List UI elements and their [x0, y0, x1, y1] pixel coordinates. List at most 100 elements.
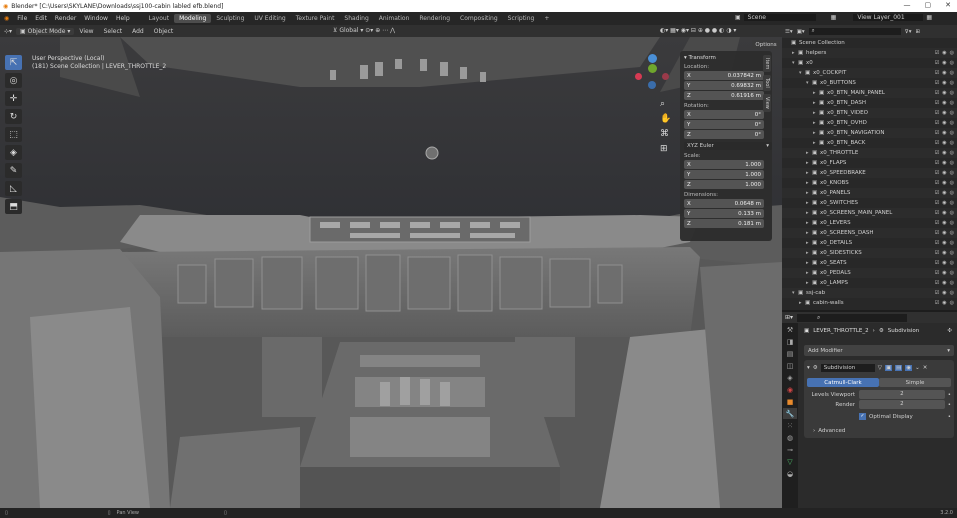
pin-icon[interactable]: ✣ [947, 328, 952, 334]
outliner-item[interactable]: ▸ ▣ x0_DETAILS ☑ ◉ ◎ [782, 238, 957, 248]
eye-icon[interactable]: ◉ [942, 280, 946, 286]
editor-type-icon[interactable]: ⊹▾ [0, 28, 16, 35]
rotation-x-field[interactable]: X 0° [684, 110, 764, 119]
camera-icon[interactable]: ◎ [950, 240, 954, 246]
remove-modifier-icon[interactable]: ✕ [923, 365, 928, 371]
outliner-item[interactable]: ▾ ▣ x0_COCKPIT ☑ ◉ ◎ [782, 68, 957, 78]
select-box-tool-icon[interactable]: ⇱ [5, 55, 22, 70]
camera-icon[interactable]: ◎ [950, 200, 954, 206]
camera-icon[interactable]: ◎ [950, 140, 954, 146]
render-props-tab-icon[interactable]: ◨ [783, 336, 797, 347]
outliner-item[interactable]: ▸ ▣ x0_BTN_NAVIGATION ☑ ◉ ◎ [782, 128, 957, 138]
3d-viewport[interactable]: User Perspective (Local) (181) Scene Col… [0, 37, 782, 508]
eye-icon[interactable]: ◉ [942, 180, 946, 186]
add-cube-tool-icon[interactable]: ⬒ [5, 199, 22, 214]
world-tab-icon[interactable]: ◉ [783, 384, 797, 395]
eye-icon[interactable]: ◉ [942, 150, 946, 156]
navigation-gizmo[interactable] [631, 51, 675, 95]
camera-icon[interactable]: ◎ [950, 190, 954, 196]
measure-tool-icon[interactable]: ◺ [5, 181, 22, 196]
properties-editor-icon[interactable]: ⊞▾ [785, 314, 793, 321]
checkbox-icon[interactable]: ☑ [935, 220, 939, 226]
outliner-scene-collection[interactable]: ▣ Scene Collection [782, 38, 957, 48]
checkbox-icon[interactable]: ☑ [935, 200, 939, 206]
menu-view[interactable]: View [74, 28, 98, 35]
checkbox-icon[interactable]: ☑ [935, 290, 939, 296]
outliner-item[interactable]: ▸ ▣ x0_BTN_VIDEO ☑ ◉ ◎ [782, 108, 957, 118]
tab-view[interactable]: View [763, 94, 771, 112]
location-x-field[interactable]: X 0.037842 m [684, 71, 764, 80]
annotate-tool-icon[interactable]: ✎ [5, 163, 22, 178]
outliner-item[interactable]: ▸ ▣ x0_SWITCHES ☑ ◉ ◎ [782, 198, 957, 208]
scene-browse-icon[interactable]: ▦ [831, 14, 837, 21]
checkbox-icon[interactable]: ☑ [935, 240, 939, 246]
cursor-tool-icon[interactable]: ◎ [5, 73, 22, 88]
camera-icon[interactable]: ◎ [950, 110, 954, 116]
outliner-item[interactable]: ▸ ▣ x0_SCREENS_DASH ☑ ◉ ◎ [782, 228, 957, 238]
checkbox-icon[interactable]: ☑ [935, 300, 939, 306]
menu-object[interactable]: Object [149, 28, 179, 35]
outliner-item[interactable]: ▸ ▣ x0_SCREENS_MAIN_PANEL ☑ ◉ ◎ [782, 208, 957, 218]
outliner-item[interactable]: ▸ ▣ x0_SEATS ☑ ◉ ◎ [782, 258, 957, 268]
maximize-icon[interactable]: ▢ [925, 1, 932, 9]
eye-icon[interactable]: ◉ [942, 200, 946, 206]
constraints-tab-icon[interactable]: ⊸ [783, 444, 797, 455]
eye-icon[interactable]: ◉ [942, 70, 946, 76]
menu-select[interactable]: Select [99, 28, 128, 35]
checkbox-icon[interactable]: ☑ [935, 60, 939, 66]
physics-tab-icon[interactable]: ◍ [783, 432, 797, 443]
scene-tab-icon[interactable]: ◈ [783, 372, 797, 383]
camera-icon[interactable]: ◎ [950, 80, 954, 86]
camera-icon[interactable]: ◎ [950, 230, 954, 236]
menu-window[interactable]: Window [80, 15, 112, 22]
gizmo-z-axis-icon[interactable] [648, 54, 657, 63]
render-levels-field[interactable]: 2 [859, 400, 945, 409]
outliner-item[interactable]: ▸ ▣ x0_SPEEDBRAKE ☑ ◉ ◎ [782, 168, 957, 178]
scene-selector[interactable]: Scene [743, 14, 816, 21]
tab-animation[interactable]: Animation [374, 14, 415, 23]
edit-mode-toggle-icon[interactable]: ▽ [878, 365, 882, 371]
eye-icon[interactable]: ◉ [942, 80, 946, 86]
camera-icon[interactable]: ⌘ [660, 127, 672, 142]
checkbox-icon[interactable]: ☑ [935, 120, 939, 126]
camera-icon[interactable]: ◎ [950, 250, 954, 256]
eye-icon[interactable]: ◉ [942, 300, 946, 306]
options-button[interactable]: Options [752, 40, 780, 49]
collapse-chevron-icon[interactable]: ▾ [807, 365, 810, 371]
tab-rendering[interactable]: Rendering [414, 14, 455, 23]
checkbox-icon[interactable]: ☑ [935, 150, 939, 156]
add-modifier-dropdown[interactable]: Add Modifier ▾ [804, 345, 954, 356]
scale-y-field[interactable]: Y 1.000 [684, 170, 764, 179]
transform-orientation-dropdown[interactable]: ⊻ Global ▾ ⊙▾ ⊕ ⋯ ⋀ [333, 27, 395, 34]
outliner-item[interactable]: ▸ ▣ x0_PANELS ☑ ◉ ◎ [782, 188, 957, 198]
eye-icon[interactable]: ◉ [942, 210, 946, 216]
viewport-toggle-icon[interactable]: ▤ [895, 365, 903, 371]
checkbox-icon[interactable]: ☑ [935, 280, 939, 286]
rotation-z-field[interactable]: Z 0° [684, 130, 764, 139]
outliner-item[interactable]: ▸ ▣ x0_SIDESTICKS ☑ ◉ ◎ [782, 248, 957, 258]
tool-props-tab-icon[interactable]: ⚒ [783, 324, 797, 335]
new-collection-icon[interactable]: ⊞ [915, 29, 920, 35]
tab-tool[interactable]: Tool [763, 75, 771, 92]
blender-menu-icon[interactable]: ◉ [0, 15, 13, 22]
checkbox-icon[interactable]: ☑ [935, 230, 939, 236]
checkbox-icon[interactable]: ☑ [935, 180, 939, 186]
camera-icon[interactable]: ◎ [950, 180, 954, 186]
scale-x-field[interactable]: X 1.000 [684, 160, 764, 169]
keyframe-dot-icon[interactable]: • [945, 392, 951, 398]
menu-help[interactable]: Help [112, 15, 134, 22]
pan-hand-icon[interactable]: ✋ [660, 112, 672, 127]
tab-scripting[interactable]: Scripting [503, 14, 540, 23]
scene-icon[interactable]: ▣ [735, 14, 741, 21]
checkbox-icon[interactable]: ☑ [935, 210, 939, 216]
camera-icon[interactable]: ◎ [950, 160, 954, 166]
gizmo-x-axis-icon[interactable] [635, 73, 642, 80]
camera-icon[interactable]: ◎ [950, 150, 954, 156]
particles-tab-icon[interactable]: ⁙ [783, 420, 797, 431]
eye-icon[interactable]: ◉ [942, 50, 946, 56]
cage-toggle-icon[interactable]: ▣ [884, 365, 893, 371]
menu-render[interactable]: Render [51, 15, 80, 22]
eye-icon[interactable]: ◉ [942, 240, 946, 246]
gizmo-y-axis-icon[interactable] [648, 64, 657, 73]
camera-icon[interactable]: ◎ [950, 50, 954, 56]
